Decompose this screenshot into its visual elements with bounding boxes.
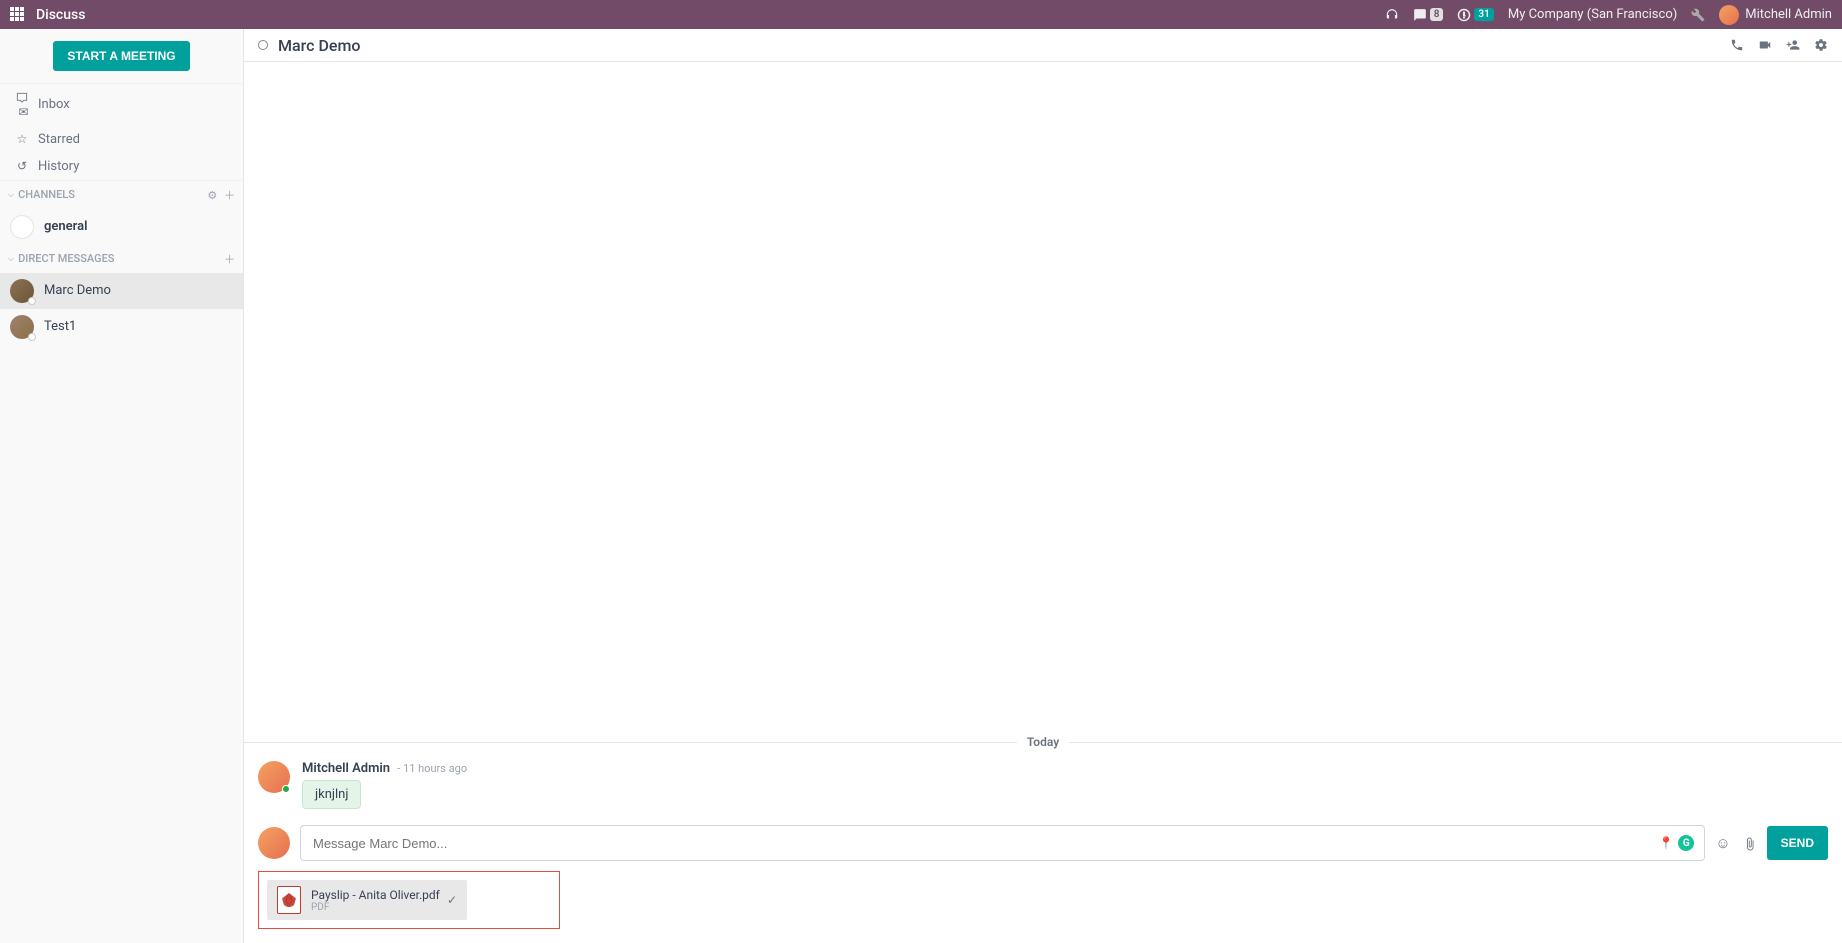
send-button[interactable]: SEND [1767, 826, 1828, 860]
composer-avatar [258, 827, 290, 859]
add-user-icon[interactable] [1786, 37, 1800, 53]
attachment-filename: Payslip - Anita Oliver.pdf [311, 888, 441, 902]
message-list: Today Mitchell Admin - 11 hours ago jknj… [244, 62, 1842, 815]
thread-title: Marc Demo [278, 36, 360, 55]
dm-header-label: DIRECT MESSAGES [18, 252, 114, 265]
grammarly-icon[interactable]: G [1678, 835, 1694, 851]
dm-avatar [10, 279, 34, 303]
sidebar: START A MEETING ✉ Inbox ☆ Starred ↺ Hist… [0, 29, 244, 943]
status-indicator [258, 40, 268, 50]
inbox-icon: ✉ [14, 90, 30, 120]
grammarly-pin-icon[interactable]: 📍 [1658, 835, 1674, 851]
channels-settings-icon[interactable]: ⚙ [207, 189, 217, 202]
user-menu[interactable]: Mitchell Admin [1719, 5, 1832, 25]
activities-icon[interactable]: 31 [1457, 8, 1493, 22]
channels-header-label: CHANNELS [18, 188, 75, 201]
channel-general[interactable]: general [0, 209, 243, 245]
user-avatar [1719, 5, 1739, 25]
date-label: Today [1017, 735, 1069, 749]
composer-input-container[interactable]: 📍 G [300, 825, 1705, 861]
start-meeting-button[interactable]: START A MEETING [53, 41, 189, 71]
username-label: Mitchell Admin [1745, 7, 1832, 22]
voip-icon[interactable] [1385, 8, 1399, 22]
apps-menu-icon[interactable] [10, 7, 26, 23]
emoji-icon[interactable]: ☺ [1715, 834, 1730, 852]
chevron-down-icon: ⌵ [8, 190, 14, 200]
history-label: History [38, 159, 79, 174]
dm-category[interactable]: ⌵ DIRECT MESSAGES ＋ [0, 245, 243, 273]
chevron-down-icon: ⌵ [8, 254, 14, 264]
attachment-icon[interactable] [1743, 834, 1757, 852]
dm-label: Marc Demo [44, 283, 111, 298]
history-icon: ↺ [14, 159, 30, 173]
video-call-icon[interactable] [1758, 37, 1772, 53]
message-input[interactable] [313, 836, 1692, 851]
activities-count-badge: 31 [1474, 8, 1493, 21]
starred-label: Starred [38, 132, 80, 147]
call-icon[interactable] [1730, 37, 1744, 53]
channel-label: general [44, 219, 87, 234]
dm-label: Test1 [44, 319, 76, 334]
pdf-file-icon [277, 886, 301, 914]
thread-header: Marc Demo [244, 29, 1842, 62]
message-item: Mitchell Admin - 11 hours ago jknjlnj [244, 755, 1842, 815]
dm-marc-demo[interactable]: Marc Demo [0, 273, 243, 309]
message-author-avatar[interactable] [258, 761, 290, 793]
star-icon: ☆ [14, 132, 30, 146]
sidebar-starred[interactable]: ☆ Starred [0, 126, 243, 153]
debug-icon[interactable] [1691, 8, 1705, 22]
messages-icon[interactable]: 8 [1413, 8, 1444, 22]
add-channel-icon[interactable]: ＋ [224, 189, 235, 202]
dm-avatar [10, 315, 34, 339]
date-divider: Today [244, 735, 1842, 749]
attachment-uploaded-check-icon: ✓ [447, 893, 457, 907]
add-dm-icon[interactable]: ＋ [224, 253, 235, 266]
attachment-highlight-zone: Payslip - Anita Oliver.pdf PDF ✓ [258, 871, 560, 929]
sidebar-inbox[interactable]: ✉ Inbox [0, 84, 243, 126]
channel-avatar [10, 215, 34, 239]
message-timestamp: - 11 hours ago [397, 762, 467, 775]
channels-category[interactable]: ⌵ CHANNELS ⚙ ＋ [0, 181, 243, 209]
thread-settings-icon[interactable] [1814, 37, 1828, 53]
inbox-label: Inbox [38, 97, 70, 112]
message-content: jknjlnj [302, 780, 361, 809]
app-name: Discuss [36, 7, 85, 23]
attachment-card[interactable]: Payslip - Anita Oliver.pdf PDF ✓ [267, 880, 467, 920]
company-switcher[interactable]: My Company (San Francisco) [1508, 7, 1677, 22]
messages-count-badge: 8 [1430, 8, 1444, 21]
attachment-filetype: PDF [311, 902, 441, 913]
dm-test1[interactable]: Test1 [0, 309, 243, 345]
sidebar-history[interactable]: ↺ History [0, 153, 243, 180]
message-author[interactable]: Mitchell Admin [302, 761, 390, 776]
